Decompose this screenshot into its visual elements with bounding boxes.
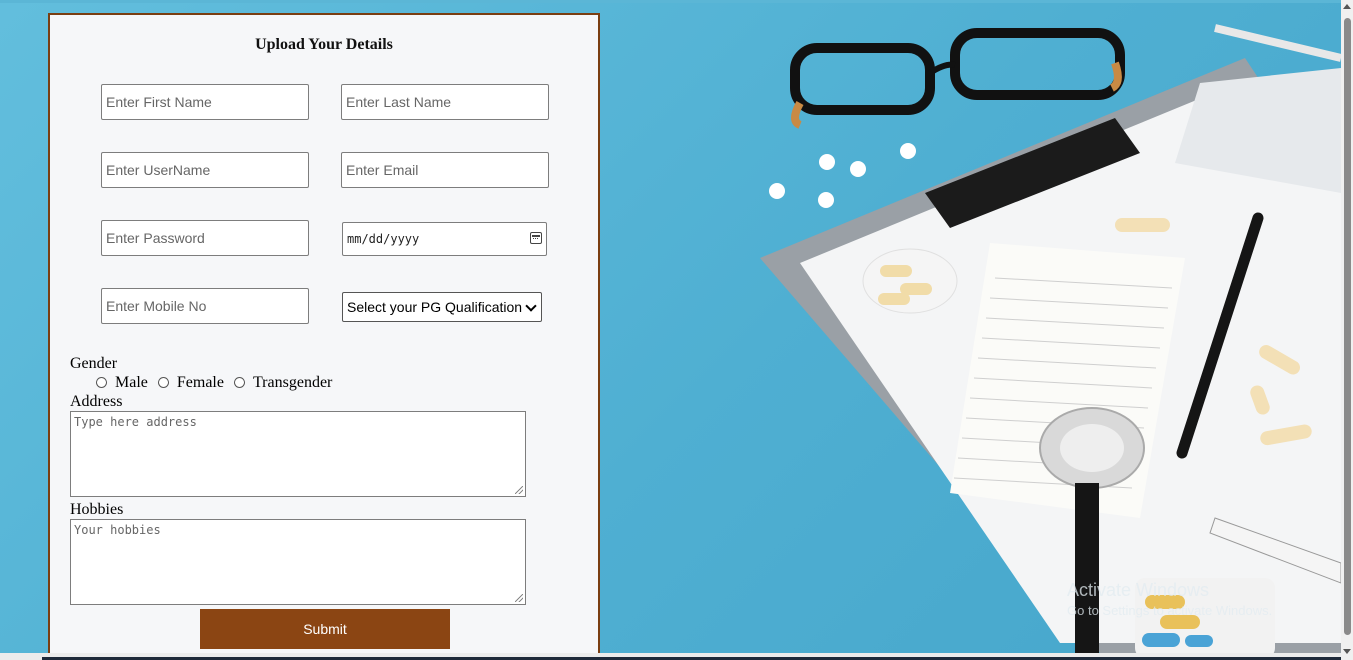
mobile-input[interactable] bbox=[101, 288, 309, 324]
vertical-scrollbar[interactable] bbox=[1341, 0, 1353, 660]
gender-option-female[interactable]: Female bbox=[157, 374, 224, 392]
address-textarea[interactable]: Type here address bbox=[70, 411, 526, 497]
form-title: Upload Your Details bbox=[255, 36, 393, 53]
registration-form: Upload Your Details mm/dd/yyyy Select yo… bbox=[48, 13, 600, 660]
radio-male[interactable] bbox=[96, 376, 107, 388]
email-input[interactable] bbox=[341, 152, 549, 188]
gender-option-label: Transgender bbox=[252, 374, 333, 391]
gender-option-label: Male bbox=[115, 374, 148, 391]
gender-option-male[interactable]: Male bbox=[96, 374, 148, 392]
resize-grip-icon[interactable] bbox=[515, 594, 523, 602]
page: Upload Your Details mm/dd/yyyy Select yo… bbox=[0, 0, 1353, 660]
gender-option-label: Female bbox=[176, 374, 224, 391]
watermark-title: Activate Windows bbox=[1067, 580, 1210, 600]
hobbies-placeholder: Your hobbies bbox=[74, 523, 161, 537]
last-name-input[interactable] bbox=[341, 84, 549, 120]
scroll-up-icon[interactable] bbox=[1343, 4, 1351, 9]
hobbies-label: Hobbies bbox=[70, 501, 124, 518]
username-input[interactable] bbox=[101, 152, 309, 188]
resize-grip-icon[interactable] bbox=[515, 486, 523, 494]
address-label: Address bbox=[70, 393, 123, 410]
address-placeholder: Type here address bbox=[74, 415, 197, 429]
submit-button[interactable]: Submit bbox=[200, 609, 450, 649]
activation-watermark: Activate Windows Go to Settings to activ… bbox=[1067, 580, 1272, 618]
date-of-birth-input[interactable]: mm/dd/yyyy bbox=[342, 222, 547, 256]
gender-options: Male Female Transgender bbox=[96, 374, 342, 392]
select-value: Select your PG Qualification bbox=[347, 299, 523, 315]
date-placeholder: mm/dd/yyyy bbox=[347, 232, 420, 246]
chevron-down-icon bbox=[525, 300, 537, 312]
scroll-down-icon[interactable] bbox=[1343, 649, 1351, 654]
password-input[interactable] bbox=[101, 220, 309, 256]
watermark-subtitle: Go to Settings to activate Windows. bbox=[1067, 603, 1273, 618]
radio-female[interactable] bbox=[157, 376, 169, 388]
hobbies-textarea[interactable]: Your hobbies bbox=[70, 519, 526, 605]
radio-transgender[interactable] bbox=[233, 376, 245, 388]
scroll-thumb[interactable] bbox=[1344, 18, 1351, 635]
pg-qualification-select[interactable]: Select your PG Qualification bbox=[342, 292, 542, 322]
gender-option-transgender[interactable]: Transgender bbox=[233, 374, 333, 392]
calendar-icon[interactable] bbox=[530, 232, 542, 244]
first-name-input[interactable] bbox=[101, 84, 309, 120]
gender-label: Gender bbox=[70, 355, 118, 372]
